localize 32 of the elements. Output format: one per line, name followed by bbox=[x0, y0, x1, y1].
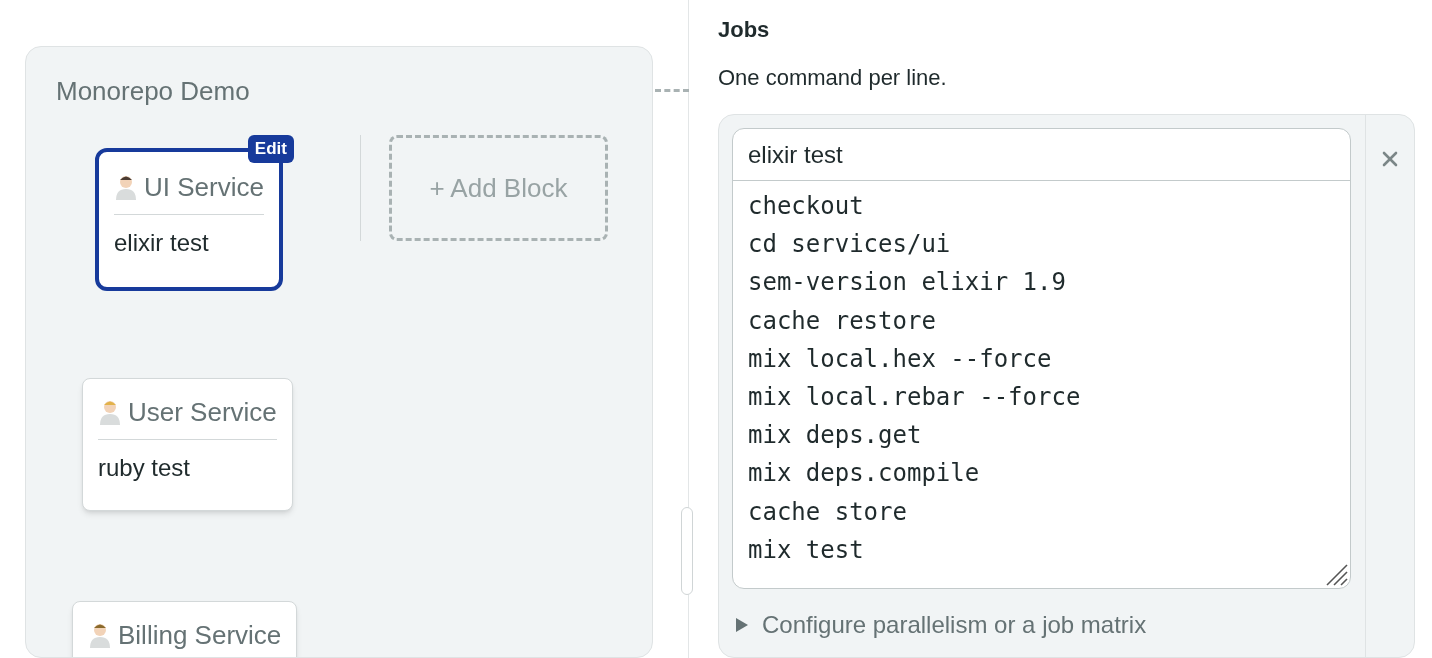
connector-line bbox=[655, 89, 689, 92]
person-icon bbox=[88, 622, 112, 648]
person-icon bbox=[98, 399, 122, 425]
edit-badge[interactable]: Edit bbox=[247, 135, 294, 163]
command-line: checkout bbox=[748, 191, 864, 222]
block-card[interactable]: Billing Service bbox=[72, 601, 298, 657]
command-line: cd services/ui bbox=[748, 229, 951, 261]
command-line: mix deps.get bbox=[748, 420, 922, 452]
job-name: ruby test bbox=[98, 454, 191, 482]
command-line: mix local.rebar --force bbox=[748, 382, 1081, 413]
command-line: mix deps.compile bbox=[748, 458, 980, 490]
command-line: cache restore bbox=[748, 305, 936, 337]
command-line: mix test bbox=[748, 534, 864, 566]
pipeline-title: Monorepo Demo bbox=[56, 76, 250, 106]
block-title: UI Service bbox=[144, 172, 264, 202]
configure-toggle[interactable]: Configure parallelism or a job matrix bbox=[736, 611, 1147, 639]
commands-field[interactable]: checkout cd services/ui sem-version elixir 1.9 cache restore mix local.hex --force mix local.rebar --force mix deps.get mix deps.compile cache store mix test bbox=[733, 181, 1350, 588]
disclosure-triangle-icon bbox=[736, 618, 748, 632]
jobs-heading: Jobs bbox=[718, 17, 770, 43]
command-line: sem-version elixir 1.9 bbox=[748, 267, 1066, 299]
command-line: mix local.hex --force bbox=[748, 343, 1052, 375]
block-title: User Service bbox=[128, 397, 277, 427]
command-line: cache store bbox=[748, 496, 907, 528]
block-title: Billing Service bbox=[118, 620, 282, 650]
block-card[interactable]: User Service ruby test bbox=[82, 378, 293, 511]
jobs-hint: One command per line. bbox=[718, 65, 947, 91]
person-icon bbox=[114, 174, 138, 200]
close-icon[interactable] bbox=[1382, 151, 1398, 167]
resize-grip-icon[interactable] bbox=[1324, 562, 1348, 586]
job-name: elixir test bbox=[114, 229, 209, 257]
job-name-field[interactable]: elixir test bbox=[733, 129, 1350, 181]
resize-handle[interactable] bbox=[681, 507, 693, 595]
